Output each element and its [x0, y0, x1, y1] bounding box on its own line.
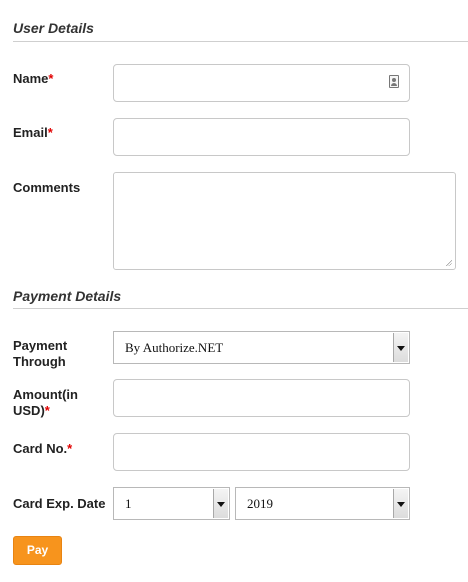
amount-field[interactable] — [113, 379, 410, 417]
amount-label: Amount(in USD)* — [13, 387, 78, 419]
user-details-divider — [13, 41, 468, 42]
payment-through-label: Payment Through — [13, 338, 67, 370]
email-label: Email* — [13, 125, 53, 141]
payment-method-value: By Authorize.NET — [125, 340, 224, 355]
exp-year-select[interactable]: 2019 — [235, 487, 410, 520]
email-field[interactable] — [113, 118, 410, 156]
pay-button[interactable]: Pay — [13, 536, 62, 565]
name-label-text: Name — [13, 71, 49, 86]
amount-label-line2-text: USD) — [13, 403, 45, 418]
exp-month-value: 1 — [125, 496, 132, 511]
payment-through-label-line2: Through — [13, 354, 66, 369]
required-marker: * — [48, 71, 54, 86]
email-label-text: Email — [13, 125, 48, 140]
comments-textarea[interactable] — [113, 172, 456, 270]
card-number-field[interactable] — [113, 433, 410, 471]
exp-month-select[interactable]: 1 — [113, 487, 230, 520]
user-details-title: User Details — [13, 20, 94, 36]
exp-year-value: 2019 — [247, 496, 273, 511]
card-no-label: Card No.* — [13, 441, 72, 457]
resize-grip-icon[interactable] — [445, 259, 452, 266]
payment-method-select[interactable]: By Authorize.NET — [113, 331, 410, 364]
name-field[interactable] — [113, 64, 410, 102]
chevron-down-icon[interactable] — [393, 333, 408, 362]
payment-details-divider — [13, 308, 468, 309]
contact-card-icon — [389, 75, 399, 88]
required-marker: * — [47, 125, 53, 140]
required-marker: * — [44, 403, 50, 418]
card-no-label-text: Card No. — [13, 441, 68, 456]
chevron-down-icon[interactable] — [393, 489, 408, 518]
amount-label-line2: USD)* — [13, 403, 78, 419]
chevron-down-icon[interactable] — [213, 489, 228, 518]
amount-label-line1: Amount(in — [13, 387, 78, 402]
name-label: Name* — [13, 71, 53, 87]
payment-through-label-line1: Payment — [13, 338, 68, 353]
comments-label: Comments — [13, 180, 81, 195]
payment-details-title: Payment Details — [13, 288, 122, 304]
required-marker: * — [67, 441, 73, 456]
card-exp-label: Card Exp. Date — [13, 496, 106, 511]
